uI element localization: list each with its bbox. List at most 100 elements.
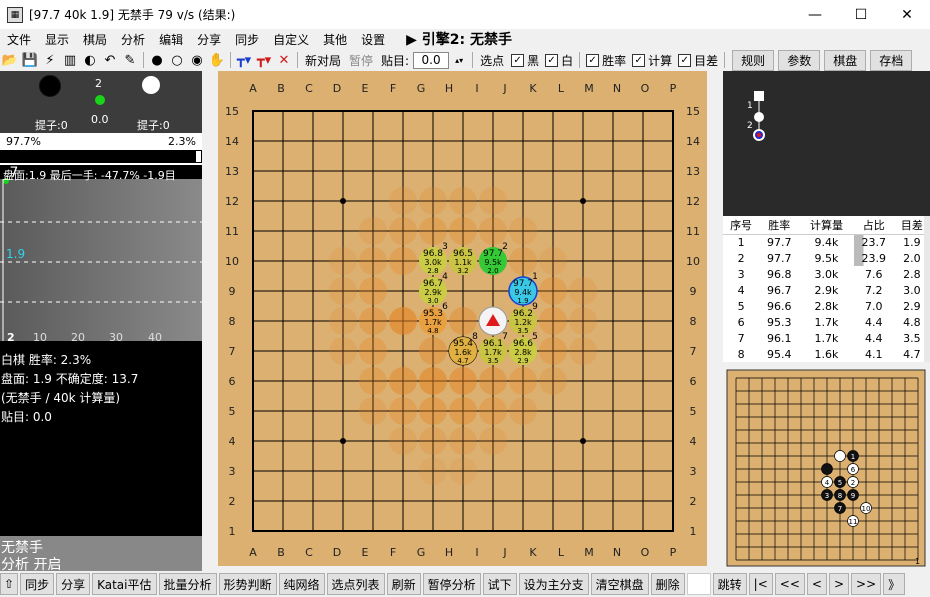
menu-analysis[interactable]: 分析 <box>114 31 152 48</box>
candidate-table[interactable]: 序号 胜率 计算量 占比 目差 1 97.7 9.4k 23.7 1.9 2 97.7 9.… <box>723 216 930 362</box>
engine-selector[interactable]: ▶ 引擎2: 无禁手 <box>406 29 512 49</box>
close-button[interactable]: ✕ <box>884 0 930 29</box>
refresh-button[interactable]: 刷新 <box>386 573 421 595</box>
board-button[interactable]: 棋盘 <box>824 49 867 71</box>
winrate-graph[interactable]: .7 1.9 2 10 20 30 40 <box>0 165 202 348</box>
table-row[interactable]: 3 96.8 3.0k 7.6 2.8 <box>723 266 930 282</box>
jump-input[interactable] <box>686 573 711 595</box>
menu-share[interactable]: 分享 <box>190 31 228 48</box>
open-icon[interactable]: 📂 <box>0 50 20 70</box>
column-label: G <box>417 82 426 95</box>
pause-analysis-button[interactable]: 暂停分析 <box>422 573 481 595</box>
katai-evaluate-button[interactable]: Katai平估 <box>92 573 157 595</box>
chart-icon[interactable]: ▥ <box>60 50 80 70</box>
archive-button[interactable]: 存档 <box>870 49 913 71</box>
expand-icon[interactable]: ⇧ <box>0 573 19 595</box>
pause-button[interactable]: 暂停 <box>345 52 377 69</box>
menu-game[interactable]: 棋局 <box>76 31 114 48</box>
playouts-checkbox[interactable]: ✓ 计算 <box>629 52 675 69</box>
hand-icon[interactable]: ✋ <box>207 50 227 70</box>
column-label: O <box>641 546 650 559</box>
table-row[interactable]: 5 96.6 2.8k 7.0 2.9 <box>723 298 930 314</box>
menu-file[interactable]: 文件 <box>0 31 38 48</box>
white-stone-icon[interactable]: ○ <box>167 50 187 70</box>
mini-board[interactable]: 1 6 4 5 2 3 8 9 7 10 11 1 <box>723 366 930 570</box>
menu-sync[interactable]: 同步 <box>228 31 266 48</box>
rules-button[interactable]: 规则 <box>732 49 775 71</box>
black-stone-icon[interactable]: ● <box>147 50 167 70</box>
graph-score-value: 1.9 <box>6 247 26 261</box>
mini-black-stone <box>821 463 833 475</box>
jump-button[interactable]: 跳转 <box>712 573 747 595</box>
white-player-stone <box>142 76 160 94</box>
forward-one-button[interactable]: > <box>828 573 850 595</box>
undo-icon[interactable]: ↶ <box>100 50 120 70</box>
komi-input[interactable]: 0.0 <box>413 51 450 69</box>
komi-spinner-icon[interactable]: ▴▾ <box>449 50 469 70</box>
menu-edit[interactable]: 编辑 <box>152 31 190 48</box>
column-header[interactable]: 占比 <box>853 216 894 235</box>
batch-analysis-button[interactable]: 批量分析 <box>158 573 217 595</box>
share-button[interactable]: 分享 <box>56 573 91 595</box>
table-row[interactable]: 4 96.7 2.9k 7.2 3.0 <box>723 282 930 298</box>
red-marker-icon[interactable]: ┳▾ <box>254 50 274 70</box>
column-header[interactable]: 序号 <box>723 216 760 235</box>
first-move-button[interactable]: |< <box>748 573 773 595</box>
back-one-button[interactable]: < <box>806 573 827 595</box>
menu-view[interactable]: 显示 <box>38 31 76 48</box>
pencil-icon[interactable]: ✎ <box>120 50 140 70</box>
set-main-branch-button[interactable]: 设为主分支 <box>518 573 589 595</box>
heatmap-cell <box>359 367 387 395</box>
candidate-rank: 5 <box>532 332 538 342</box>
last-move-value: 0.0 <box>91 113 109 126</box>
info-line: (无禁手 / 40k 计算量) <box>1 391 121 405</box>
menu-other[interactable]: 其他 <box>316 31 354 48</box>
move-tree[interactable]: 1 2 <box>723 71 930 216</box>
table-row[interactable]: 2 97.7 9.5k 23.9 2.0 <box>723 250 930 266</box>
black-checkbox[interactable]: ✓ 黑 <box>508 52 542 69</box>
pure-network-button[interactable]: 纯网络 <box>278 573 325 595</box>
column-header[interactable]: 胜率 <box>759 216 800 235</box>
blue-marker-icon[interactable]: ┳▾ <box>234 50 254 70</box>
forward-ten-button[interactable]: >> <box>851 573 882 595</box>
row-label: 11 <box>225 225 239 238</box>
table-row[interactable]: 6 95.3 1.7k 4.4 4.8 <box>723 314 930 330</box>
minimize-button[interactable]: — <box>792 0 838 29</box>
column-label: I <box>475 546 478 559</box>
alternate-stone-icon[interactable]: ◉ <box>187 50 207 70</box>
new-game-button[interactable]: 新对局 <box>301 52 345 69</box>
last-move-button[interactable]: 》 <box>883 573 906 595</box>
app-icon: ▦ <box>7 6 23 23</box>
candidate-list-button[interactable]: 选点列表 <box>326 573 385 595</box>
maximize-button[interactable]: ☐ <box>838 0 884 29</box>
check-icon: ✓ <box>678 53 692 67</box>
params-button[interactable]: 参数 <box>778 49 821 71</box>
position-judge-button[interactable]: 形势判断 <box>218 573 277 595</box>
delete-button[interactable]: 删除 <box>650 573 685 595</box>
column-label: C <box>305 546 313 559</box>
winrate-checkbox[interactable]: ✓ 胜率 <box>583 52 629 69</box>
table-row[interactable]: 1 97.7 9.4k 23.7 1.9 <box>723 234 930 250</box>
candidate-rank: 1 <box>532 272 538 282</box>
score-checkbox[interactable]: ✓ 目差 <box>675 52 721 69</box>
sync-button[interactable]: 同步 <box>20 573 55 595</box>
lightning-icon[interactable]: ⚡ <box>40 50 60 70</box>
clear-marker-icon[interactable]: ✕ <box>274 50 294 70</box>
menu-settings[interactable]: 设置 <box>354 31 392 48</box>
column-label: B <box>277 82 285 95</box>
back-ten-button[interactable]: << <box>774 573 805 595</box>
save-icon[interactable]: 💾 <box>20 50 40 70</box>
column-header[interactable]: 计算量 <box>799 216 854 235</box>
column-label: E <box>362 546 369 559</box>
table-scrollbar[interactable] <box>924 216 930 362</box>
try-move-button[interactable]: 试下 <box>482 573 517 595</box>
column-label: M <box>584 546 594 559</box>
pass-icon[interactable]: ◐ <box>80 50 100 70</box>
white-checkbox[interactable]: ✓ 白 <box>542 52 576 69</box>
table-row[interactable]: 8 95.4 1.6k 4.1 4.7 <box>723 346 930 362</box>
table-row[interactable]: 7 96.1 1.7k 4.4 3.5 <box>723 330 930 346</box>
go-board[interactable]: A A B B C C D D E E F F G G H H I I J J K K L L M M N N O O P P 15 15 14 14… <box>218 71 707 566</box>
menu-custom[interactable]: 自定义 <box>266 31 316 48</box>
row-label: 14 <box>225 135 239 148</box>
clear-board-button[interactable]: 清空棋盘 <box>590 573 649 595</box>
